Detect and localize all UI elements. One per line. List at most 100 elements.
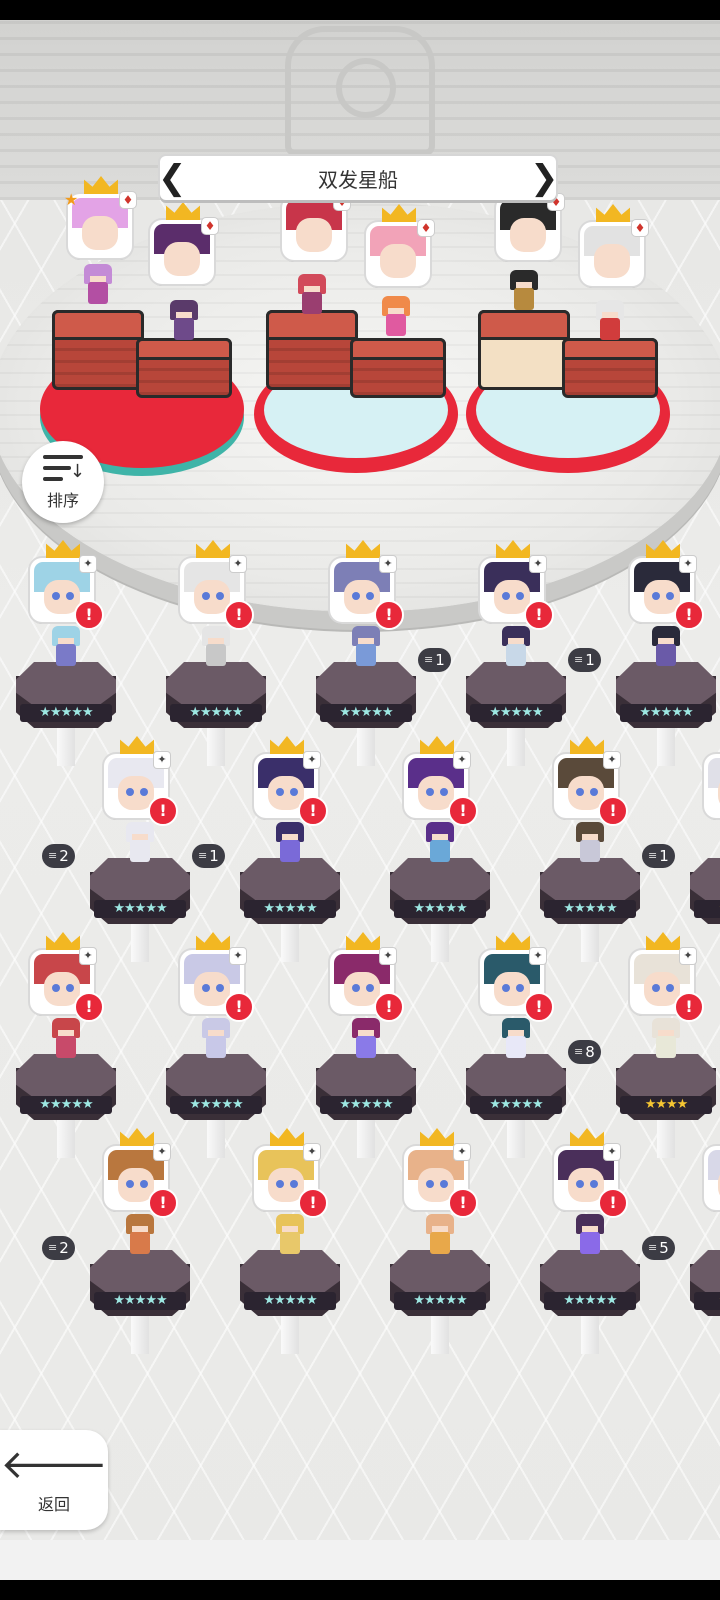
character-portrait[interactable]: ✦! xyxy=(330,932,404,1022)
featured-portrait-2[interactable]: ♦ xyxy=(150,202,218,284)
character-portrait[interactable]: ✦! xyxy=(630,540,704,630)
character-sprite xyxy=(570,1214,610,1258)
class-icon: ✦ xyxy=(530,948,546,964)
featured-block-3[interactable] xyxy=(266,310,358,390)
character-portrait[interactable]: ✦! xyxy=(404,736,478,826)
star-rating: ★★★★★ xyxy=(170,704,262,722)
featured-block-6[interactable] xyxy=(562,338,658,398)
game-scene: ★ ♦ ♦ ♦ ♦ ♦ ♦ 双发星船 ❮ ❯ ★★★★★ ✦! ★★★★★ ✦! ★★★… xyxy=(0,20,720,1580)
character-sprite xyxy=(196,1018,236,1062)
crown-icon xyxy=(420,736,454,754)
character-portrait[interactable]: ✦! xyxy=(30,932,104,1022)
star-rating: ★★★★ xyxy=(694,1292,720,1310)
star-rating: ★★★★★ xyxy=(94,1292,186,1310)
character-pedestal[interactable]: ★★★★★ xyxy=(166,662,266,728)
character-portrait[interactable]: ✦! xyxy=(104,736,178,826)
stack-icon: ≡ xyxy=(48,1241,58,1254)
star-rating: ★★★★★ xyxy=(544,1292,636,1310)
character-portrait[interactable]: ✦! xyxy=(254,1128,328,1218)
character-pedestal[interactable]: ★★★★★ xyxy=(16,1054,116,1120)
sort-button[interactable]: ↓ 排序 xyxy=(22,441,104,523)
class-icon: ✦ xyxy=(304,752,320,768)
star-rating: ★★★★ xyxy=(620,1096,712,1114)
alert-icon: ! xyxy=(224,992,254,1022)
character-pedestal[interactable]: ★★★★ xyxy=(616,1054,716,1120)
character-pedestal[interactable]: ★★★★★ xyxy=(390,858,490,924)
character-portrait[interactable]: ✦! xyxy=(704,1146,720,1210)
featured-portrait-4[interactable]: ♦ xyxy=(366,204,434,286)
class-icon: ✦ xyxy=(80,556,96,572)
crown-icon xyxy=(420,1128,454,1146)
back-button[interactable]: 🡐 返回 xyxy=(0,1430,108,1530)
character-portrait[interactable]: ✦! xyxy=(554,1128,628,1218)
class-icon: ✦ xyxy=(230,948,246,964)
character-portrait[interactable]: ✦! xyxy=(554,736,628,826)
alert-icon: ! xyxy=(298,1188,328,1218)
character-pedestal[interactable]: ★★★★★ xyxy=(316,662,416,728)
alert-icon: ! xyxy=(524,992,554,1022)
character-pedestal[interactable]: ★★★★★ xyxy=(240,1250,340,1316)
character-pedestal[interactable]: ★★★★★ xyxy=(616,662,716,728)
crown-icon xyxy=(120,736,154,754)
crown-icon xyxy=(270,1128,304,1146)
featured-portrait-3[interactable]: ♦ xyxy=(282,178,350,260)
crown-icon xyxy=(596,204,630,222)
character-pedestal[interactable]: ★★★★★ xyxy=(466,1054,566,1120)
character-portrait[interactable]: ✦! xyxy=(30,540,104,630)
featured-block-2[interactable] xyxy=(136,338,232,398)
class-icon: ✦ xyxy=(604,752,620,768)
character-pedestal[interactable]: ★★★★ xyxy=(690,858,720,924)
featured-portrait-5[interactable]: ♦ xyxy=(496,178,564,260)
character-pedestal[interactable]: ★★★★★ xyxy=(540,1250,640,1316)
duplicate-count: 1 xyxy=(659,847,669,865)
stack-icon: ≡ xyxy=(648,849,658,862)
class-icon: ✦ xyxy=(154,1144,170,1160)
pedestal-pole xyxy=(581,922,599,962)
alert-icon: ! xyxy=(598,796,628,826)
character-portrait[interactable]: ✦! xyxy=(480,540,554,630)
diamond-suit-icon: ♦ xyxy=(120,192,136,208)
character-portrait[interactable]: ✦! xyxy=(330,540,404,630)
character-pedestal[interactable]: ★★★★★ xyxy=(390,1250,490,1316)
duplicate-count-badge: ≡ 1 xyxy=(192,844,225,868)
character-portrait[interactable]: ✦! xyxy=(180,932,254,1022)
character-portrait[interactable]: ✦! xyxy=(180,540,254,630)
star-rating: ★★★★★ xyxy=(20,704,112,722)
character-portrait[interactable]: ✦! xyxy=(480,932,554,1022)
character-pedestal[interactable]: ★★★★★ xyxy=(166,1054,266,1120)
star-rating: ★★★★★ xyxy=(544,900,636,918)
alert-icon: ! xyxy=(298,796,328,826)
featured-portrait-6[interactable]: ♦ xyxy=(580,204,648,286)
pedestal-pole xyxy=(131,922,149,962)
prev-squad-button[interactable]: ❮ xyxy=(158,158,187,198)
pedestal-pole xyxy=(57,726,75,766)
star-rating: ★★★★★ xyxy=(20,1096,112,1114)
character-sprite xyxy=(570,822,610,866)
character-portrait[interactable]: ✦! xyxy=(704,754,720,818)
character-pedestal[interactable]: ★★★★★ xyxy=(90,858,190,924)
star-rating: ★★★★★ xyxy=(320,1096,412,1114)
featured-block-1[interactable] xyxy=(52,310,144,390)
character-pedestal[interactable]: ★★★★★ xyxy=(240,858,340,924)
crown-icon xyxy=(166,202,200,220)
character-pedestal[interactable]: ★★★★★ xyxy=(316,1054,416,1120)
featured-portrait-1[interactable]: ★ ♦ xyxy=(64,176,136,258)
character-portrait[interactable]: ✦! xyxy=(254,736,328,826)
duplicate-count-badge: ≡ 8 xyxy=(568,1040,601,1064)
character-pedestal[interactable]: ★★★★★ xyxy=(90,1250,190,1316)
featured-block-5[interactable] xyxy=(478,310,570,390)
back-label: 返回 xyxy=(37,1495,70,1514)
next-squad-button[interactable]: ❯ xyxy=(530,158,559,198)
character-portrait[interactable]: ✦! xyxy=(404,1128,478,1218)
class-icon: ✦ xyxy=(680,948,696,964)
character-pedestal[interactable]: ★★★★★ xyxy=(540,858,640,924)
character-portrait[interactable]: ✦! xyxy=(630,932,704,1022)
character-pedestal[interactable]: ★★★★ xyxy=(690,1250,720,1316)
stack-icon: ≡ xyxy=(48,849,58,862)
pedestal-pole xyxy=(507,726,525,766)
character-portrait[interactable]: ✦! xyxy=(104,1128,178,1218)
featured-block-4[interactable] xyxy=(350,338,446,398)
character-pedestal[interactable]: ★★★★★ xyxy=(16,662,116,728)
crown-icon xyxy=(346,932,380,950)
character-pedestal[interactable]: ★★★★★ xyxy=(466,662,566,728)
